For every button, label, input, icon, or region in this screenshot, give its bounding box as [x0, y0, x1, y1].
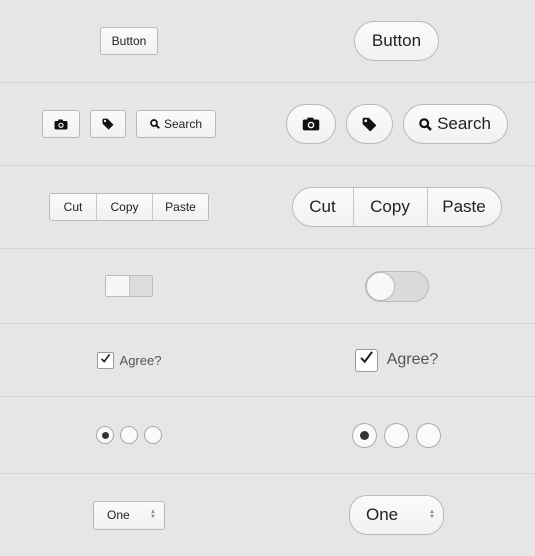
toggle-switch[interactable] — [105, 275, 153, 297]
checkmark-icon — [359, 350, 374, 370]
search-label: Search — [437, 114, 491, 133]
row-button: Button Button — [0, 0, 535, 83]
cell-large — [258, 249, 535, 323]
checkbox[interactable] — [354, 348, 378, 372]
row-checkbox: Agree? Agree? — [0, 324, 535, 397]
select-dropdown[interactable]: One ▲ ▼ — [349, 495, 444, 535]
cell-small: Button — [0, 0, 258, 82]
radio-option-2[interactable] — [384, 422, 409, 448]
toggle-knob — [365, 271, 395, 301]
tag-button[interactable] — [345, 104, 393, 144]
row-toggle — [0, 249, 535, 324]
camera-icon — [54, 119, 68, 130]
search-button[interactable]: Search — [136, 110, 216, 138]
widget-demo: Button Button Search Search Cut Copy Pas… — [0, 0, 535, 556]
search-icon — [419, 117, 432, 131]
cell-large — [258, 397, 535, 473]
camera-button[interactable] — [285, 104, 336, 144]
cell-large: Search — [258, 83, 535, 165]
cell-large: Agree? — [258, 324, 535, 396]
search-button[interactable]: Search — [402, 104, 508, 144]
segmented-control: Cut Copy Paste — [49, 193, 209, 221]
checkbox-label: Agree? — [386, 351, 439, 368]
cell-large: Button — [258, 0, 535, 82]
radio-selected-dot — [101, 431, 109, 439]
segment-paste[interactable]: Paste — [153, 194, 208, 220]
segment-cut[interactable]: Cut — [293, 188, 354, 226]
search-label: Search — [163, 117, 203, 131]
tag-button[interactable] — [90, 110, 126, 138]
segment-copy[interactable]: Copy — [97, 194, 153, 220]
tag-icon — [102, 118, 114, 130]
toggle-knob — [106, 276, 130, 296]
camera-icon — [302, 117, 320, 131]
updown-arrows-icon: ▲ ▼ — [150, 509, 156, 520]
camera-button[interactable] — [42, 110, 80, 138]
checkbox[interactable] — [96, 351, 114, 369]
segment-copy[interactable]: Copy — [354, 188, 428, 226]
toggle-switch[interactable] — [364, 270, 429, 302]
select-value: One — [366, 505, 399, 524]
tag-icon — [362, 117, 377, 132]
cell-small: Search — [0, 83, 258, 165]
checkmark-icon — [100, 351, 111, 369]
cell-small — [0, 397, 258, 473]
radio-option-1[interactable] — [96, 426, 114, 444]
segment-cut[interactable]: Cut — [50, 194, 97, 220]
radio-option-3[interactable] — [144, 426, 162, 444]
button-label: Button — [111, 34, 147, 48]
row-radios — [0, 397, 535, 474]
row-select: One ▲ ▼ One ▲ ▼ — [0, 474, 535, 556]
search-icon — [150, 119, 160, 129]
checkbox-row[interactable]: Agree? — [96, 351, 162, 369]
radio-group — [352, 422, 441, 448]
cell-large: One ▲ ▼ — [258, 474, 535, 556]
radio-option-3[interactable] — [416, 422, 441, 448]
cell-large: Cut Copy Paste — [258, 166, 535, 248]
cell-small: One ▲ ▼ — [0, 474, 258, 556]
updown-arrows-icon: ▲ ▼ — [429, 509, 435, 520]
button-label: Button — [371, 31, 422, 50]
radio-group — [96, 426, 162, 444]
checkbox-label: Agree? — [119, 352, 162, 368]
segmented-control: Cut Copy Paste — [291, 187, 502, 227]
cell-small: Agree? — [0, 324, 258, 396]
large-button[interactable]: Button — [354, 21, 439, 61]
small-button[interactable]: Button — [99, 27, 159, 55]
cell-small: Cut Copy Paste — [0, 166, 258, 248]
cell-small — [0, 249, 258, 323]
row-segmented: Cut Copy Paste Cut Copy Paste — [0, 166, 535, 249]
radio-option-2[interactable] — [120, 426, 138, 444]
segment-paste[interactable]: Paste — [428, 188, 501, 226]
checkbox-row[interactable]: Agree? — [354, 348, 439, 372]
select-value: One — [107, 508, 130, 522]
select-dropdown[interactable]: One ▲ ▼ — [93, 500, 165, 530]
radio-option-1[interactable] — [352, 422, 377, 448]
radio-selected-dot — [360, 430, 369, 440]
row-icon-buttons: Search Search — [0, 83, 535, 166]
